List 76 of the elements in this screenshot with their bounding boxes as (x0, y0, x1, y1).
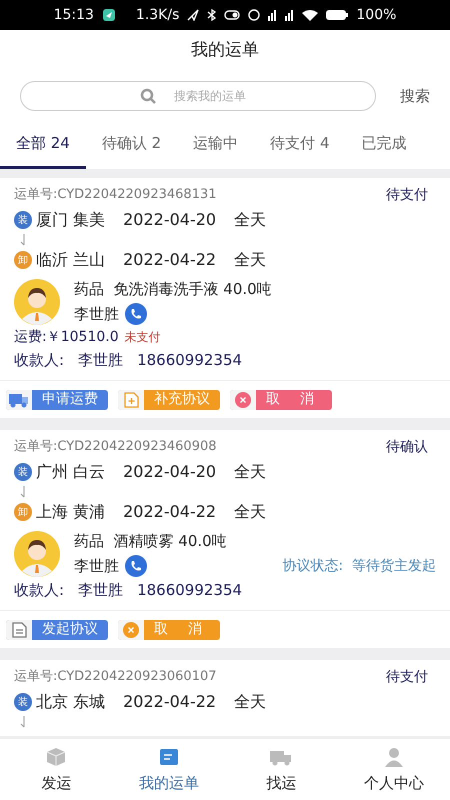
route-city: 北京 东城 (36, 691, 106, 713)
action-button[interactable]: 取 消 (230, 390, 332, 410)
action-button[interactable]: 发起协议 (6, 620, 108, 640)
goods-info: 药品 酒精喷雾 40.0吨 (74, 531, 228, 552)
close-icon (234, 390, 252, 408)
battery-icon (326, 10, 348, 20)
action-button[interactable]: 申请运费 (6, 390, 108, 410)
close-icon (122, 620, 140, 638)
route-time: 全天 (234, 501, 266, 523)
location-icon (187, 9, 200, 21)
signal-icon (285, 9, 294, 21)
order-status: 待支付 (386, 668, 428, 686)
avatar-icon (14, 531, 60, 577)
nav-item[interactable]: 发运 (0, 739, 112, 800)
truck-icon (8, 392, 30, 408)
order-number: 运单号:CYD2204220923468131 (14, 186, 217, 204)
driver-name: 李世胜 (74, 304, 119, 325)
filter-tab[interactable]: 已完成 (345, 120, 422, 169)
load-tag: 装 (14, 211, 32, 229)
payee-name: 李世胜 (78, 580, 124, 601)
nav-item[interactable]: 个人中心 (338, 739, 450, 800)
route-time: 全天 (234, 461, 266, 483)
phone-icon[interactable] (125, 555, 147, 577)
document-icon (10, 620, 28, 638)
route-time: 全天 (234, 691, 266, 713)
filter-tab[interactable]: 待确认 2 (86, 120, 178, 169)
payment-status: 未支付 (124, 329, 161, 346)
search-icon (140, 88, 156, 104)
bluetooth-icon (207, 9, 216, 21)
nav-item[interactable]: 找运 (225, 739, 338, 800)
payee-label: 收款人: (14, 580, 64, 601)
order-number: 运单号:CYD2204220923060107 (14, 668, 217, 686)
status-time: 15:13 (54, 6, 94, 24)
route-date: 2022-04-22 (123, 249, 216, 271)
load-tag: 装 (14, 693, 32, 711)
driver-name: 李世胜 (74, 556, 119, 577)
payee-name: 李世胜 (78, 350, 124, 371)
page-title: 我的运单 (191, 39, 259, 62)
payee-phone: 18660992354 (137, 350, 242, 371)
filter-tab[interactable]: 运输中 (177, 120, 254, 169)
goods-info: 药品 免洗消毒洗手液 40.0吨 (74, 279, 273, 300)
route-date: 2022-04-20 (123, 461, 216, 483)
search-field[interactable]: 搜索我的运单 (20, 81, 376, 111)
box-icon (45, 746, 68, 768)
order-status: 待支付 (386, 186, 428, 204)
route-time: 全天 (234, 249, 266, 271)
battery-level: 100% (356, 6, 396, 24)
route-city: 上海 黄浦 (36, 501, 106, 523)
network-speed: 1.3K/s (136, 6, 180, 24)
phone-icon[interactable] (125, 303, 147, 325)
app-notification-icon (102, 8, 116, 22)
person-icon (382, 746, 405, 768)
nav-item[interactable]: 我的运单 (112, 739, 225, 800)
unload-tag: 卸 (14, 251, 32, 269)
avatar-icon (14, 279, 60, 325)
route-city: 广州 白云 (36, 461, 106, 483)
filter-tab[interactable]: 待支付 4 (254, 120, 346, 169)
order-number: 运单号:CYD2204220923460908 (14, 438, 217, 456)
route-date: 2022-04-22 (123, 691, 216, 713)
signal-icon (268, 9, 278, 21)
toggle-icon (224, 10, 240, 20)
freight-amount: 运费:￥10510.0 (14, 328, 119, 346)
search-button[interactable]: 搜索 (400, 84, 430, 108)
payee-label: 收款人: (14, 350, 64, 371)
payee-phone: 18660992354 (137, 580, 242, 601)
route-city: 临沂 兰山 (36, 249, 106, 271)
document-plus-icon (122, 390, 140, 408)
unload-tag: 卸 (14, 503, 32, 521)
load-tag: 装 (14, 463, 32, 481)
wifi-icon (302, 9, 318, 21)
route-time: 全天 (234, 209, 266, 231)
route-date: 2022-04-22 (123, 501, 216, 523)
route-city: 厦门 集美 (36, 209, 106, 231)
agreement-status: 协议状态: 等待货主发起 (282, 556, 436, 576)
order-status: 待确认 (386, 438, 428, 456)
route-date: 2022-04-20 (123, 209, 216, 231)
